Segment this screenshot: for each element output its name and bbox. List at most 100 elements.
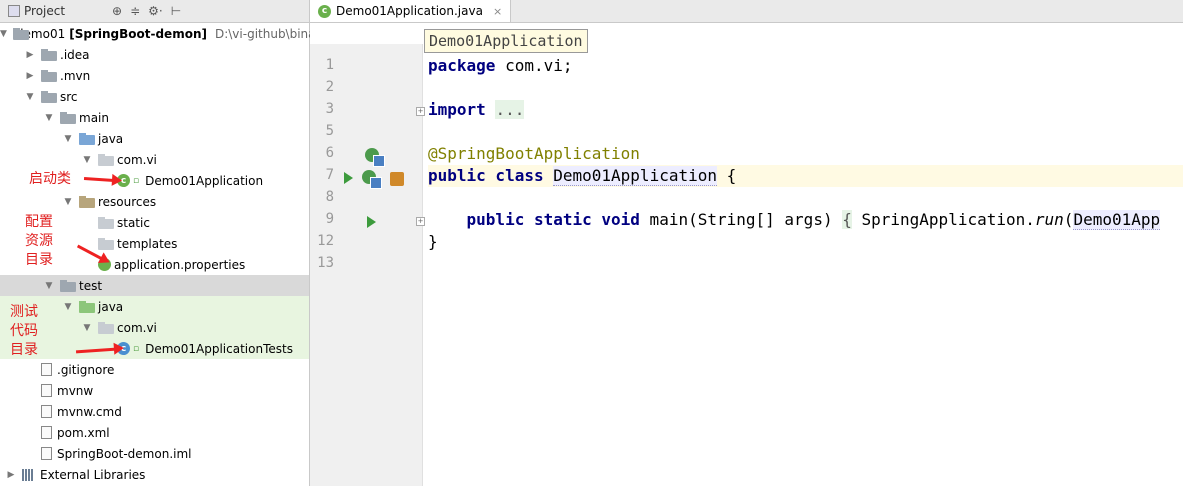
- collapse-arrow-icon[interactable]: ▶: [25, 50, 35, 60]
- collapse-arrow-icon[interactable]: ▶: [25, 71, 35, 81]
- tree-item[interactable]: pom.xml: [0, 422, 309, 443]
- expand-arrow-icon[interactable]: ▼: [63, 302, 73, 312]
- tree-item-label: Demo01ApplicationTests: [145, 341, 293, 356]
- expand-arrow-icon[interactable]: ▼: [63, 134, 73, 144]
- toolbar-button[interactable]: ≑: [130, 4, 140, 18]
- close-icon[interactable]: ×: [493, 5, 502, 18]
- folder-icon: [41, 90, 57, 103]
- file-icon: [41, 447, 52, 460]
- tree-item-label: src: [60, 89, 78, 104]
- project-icon: [8, 5, 20, 17]
- folder-icon: [79, 300, 95, 313]
- tree-item-label: .gitignore: [57, 362, 115, 377]
- line-number: 13: [317, 255, 334, 271]
- collapse-arrow-icon[interactable]: ▶: [6, 470, 16, 480]
- toolbar-button[interactable]: ⊕: [112, 4, 122, 18]
- folded-body[interactable]: {: [842, 210, 852, 229]
- file-icon: [41, 426, 52, 439]
- tree-item[interactable]: ▶ .idea: [0, 44, 309, 65]
- expand-arrow-icon[interactable]: ▼: [63, 197, 73, 207]
- tree-item[interactable]: ▼ com.vi: [0, 317, 309, 338]
- package-icon: [98, 237, 114, 250]
- project-panel-title[interactable]: Project: [24, 4, 112, 18]
- tree-item-label: static: [117, 215, 150, 230]
- tree-item[interactable]: ▼ src: [0, 86, 309, 107]
- tree-item[interactable]: ▼ resources: [0, 191, 309, 212]
- folder-icon: [79, 132, 95, 145]
- tree-item[interactable]: ▼ java: [0, 296, 309, 317]
- module-name: [SpringBoot-demon]: [69, 26, 207, 41]
- line-number: 1: [325, 57, 334, 73]
- tree-item[interactable]: ▶ .mvn: [0, 65, 309, 86]
- fold-icon[interactable]: +: [416, 217, 425, 226]
- tree-item[interactable]: .gitignore: [0, 359, 309, 380]
- code-line: import ...: [428, 99, 1183, 121]
- run-class-icon[interactable]: [344, 172, 353, 184]
- tree-item[interactable]: ▶ External Libraries: [0, 464, 309, 485]
- tree-item[interactable]: ▼ test: [0, 275, 309, 296]
- annotation-startup-class: 启动类: [29, 171, 71, 187]
- fold-icon[interactable]: +: [416, 107, 425, 116]
- tree-item[interactable]: ▼demo01[SpringBoot-demon]D:\vi-github\bi…: [0, 23, 545, 44]
- tree-item[interactable]: mvnw.cmd: [0, 401, 309, 422]
- tab-demo01application[interactable]: c Demo01Application.java ×: [310, 0, 512, 22]
- code-text: com.vi;: [495, 56, 573, 75]
- tree-item-label: main: [79, 110, 109, 125]
- expand-arrow-icon[interactable]: ▼: [44, 113, 54, 123]
- folder-icon: [41, 48, 57, 61]
- folder-icon: [60, 279, 76, 292]
- code-text: (: [1063, 210, 1074, 229]
- file-icon: [41, 363, 52, 376]
- run-config-icon: ▫: [133, 343, 140, 354]
- folded-imports[interactable]: ...: [495, 100, 525, 119]
- folder-icon: [79, 195, 95, 208]
- tree-item-label: .idea: [60, 47, 90, 62]
- tree-item-label: Demo01Application: [145, 173, 264, 188]
- tree-item-label: External Libraries: [40, 467, 146, 482]
- expand-arrow-icon[interactable]: ▼: [25, 92, 35, 102]
- keyword: package: [428, 56, 496, 75]
- expand-arrow-icon[interactable]: ▼: [0, 29, 7, 39]
- tree-item-label: com.vi: [117, 152, 157, 167]
- code-line: @SpringBootApplication: [428, 143, 1183, 165]
- toolbar-button[interactable]: ⚙·: [148, 4, 163, 18]
- keyword: import: [428, 100, 486, 119]
- tree-item[interactable]: SpringBoot-demon.iml: [0, 443, 309, 464]
- tree-item-label: test: [79, 278, 103, 293]
- tree-item[interactable]: ▼ java: [0, 128, 309, 149]
- run-config-icon: ▫: [133, 175, 140, 186]
- line-number: 6: [325, 145, 334, 161]
- tree-item-label: mvnw: [57, 383, 94, 398]
- package-icon: [98, 321, 114, 334]
- library-icon: [22, 468, 36, 481]
- line-number: 2: [325, 79, 334, 95]
- project-panel-header: Project ⊕ ≑ ⚙· ⊢: [0, 0, 309, 23]
- toolbar-button[interactable]: ⊢: [171, 4, 181, 18]
- tree-item[interactable]: mvnw: [0, 380, 309, 401]
- line-number: 8: [325, 189, 334, 205]
- annotation: @SpringBootApplication: [428, 144, 640, 163]
- expand-arrow-icon[interactable]: ▼: [82, 155, 92, 165]
- tree-item-label: com.vi: [117, 320, 157, 335]
- code-text: SpringApplication.: [851, 210, 1035, 229]
- line-number: 12: [317, 233, 334, 249]
- expand-arrow-icon[interactable]: ▼: [44, 281, 54, 291]
- tree-item-label: SpringBoot-demon.iml: [57, 446, 192, 461]
- editor: c Demo01Application.java × Demo01Applica…: [310, 0, 1183, 486]
- run-main-icon[interactable]: [367, 216, 376, 228]
- code-text: }: [428, 232, 438, 251]
- annotation-config-resources: 配置 资源 目录: [25, 214, 53, 268]
- editor-tabbar: c Demo01Application.java ×: [310, 0, 1183, 23]
- expand-arrow-icon[interactable]: ▼: [82, 323, 92, 333]
- tree-item-label: application.properties: [114, 257, 246, 272]
- spring-context-icon[interactable]: [390, 172, 404, 186]
- tree-item[interactable]: ▼ com.vi: [0, 149, 309, 170]
- tree-item-label: resources: [98, 194, 157, 209]
- tree-item[interactable]: c▫Demo01ApplicationTests: [0, 338, 309, 359]
- method-call: run: [1034, 210, 1064, 229]
- tree-item[interactable]: ▼ main: [0, 107, 309, 128]
- tree-item-label: java: [98, 131, 124, 146]
- spring-class-icon: c: [318, 4, 331, 18]
- package-icon: [98, 153, 114, 166]
- line-number: 7: [325, 167, 334, 183]
